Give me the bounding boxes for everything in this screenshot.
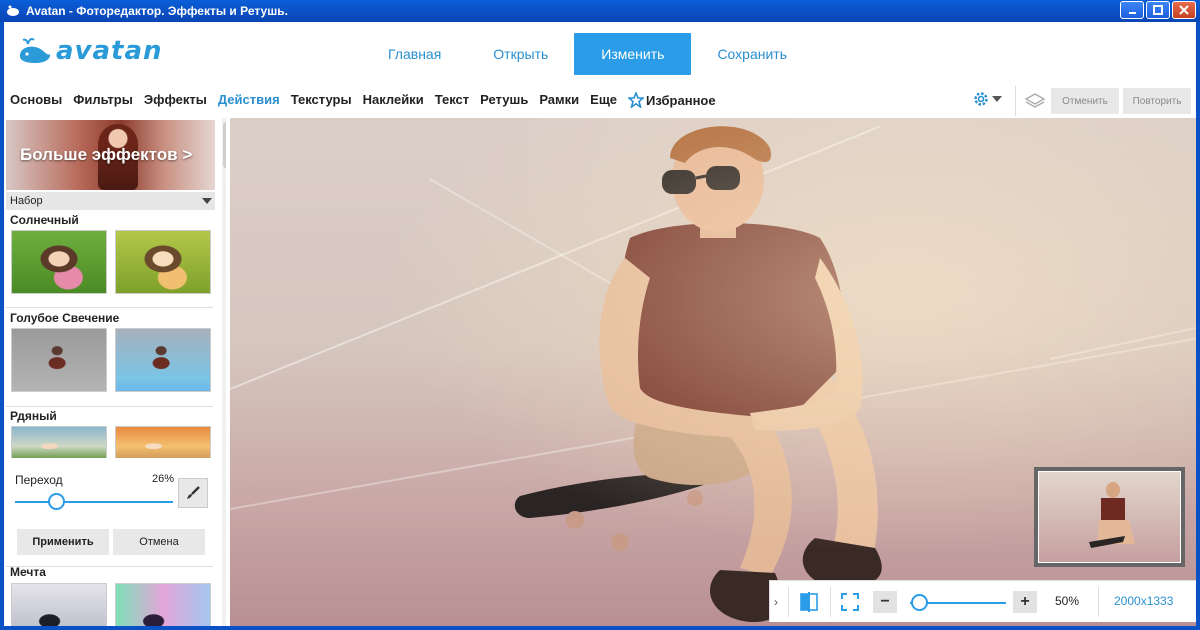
close-button[interactable]: [1172, 1, 1196, 19]
redo-button[interactable]: Повторить: [1123, 88, 1191, 114]
undo-button[interactable]: Отменить: [1051, 88, 1119, 114]
group-title-dream: Мечта: [10, 565, 46, 579]
toolbar-separator: [788, 587, 789, 617]
menu-favorites[interactable]: Избранное: [628, 92, 716, 108]
transition-slider-track[interactable]: [15, 501, 173, 503]
menu-more[interactable]: Еще: [590, 92, 617, 108]
effect-thumb-sunny-original[interactable]: [11, 230, 107, 294]
zoom-toolbar: › − + 50% 2000x1333: [769, 580, 1196, 622]
transition-slider-handle[interactable]: [48, 493, 66, 510]
menu-actions[interactable]: Действия: [218, 92, 280, 108]
effect-thumb-dream-applied[interactable]: [115, 583, 211, 626]
minimap-photo: [1089, 482, 1135, 548]
plus-icon: +: [1020, 593, 1030, 610]
effect-thumb-sunny-applied[interactable]: [115, 230, 211, 294]
zoom-slider-handle[interactable]: [911, 594, 928, 611]
menu-textures[interactable]: Текстуры: [291, 92, 352, 108]
chevron-down-icon: [992, 96, 1002, 102]
scrollbar-thumb[interactable]: [223, 122, 226, 168]
star-icon: [628, 92, 645, 108]
whale-icon: [20, 38, 51, 63]
menu-frames[interactable]: Рамки: [539, 92, 579, 108]
maximize-button[interactable]: [1146, 1, 1170, 19]
logo-text: avatan: [56, 36, 163, 66]
menu-filters[interactable]: Фильтры: [73, 92, 133, 108]
effect-thumb-rdyany-original[interactable]: [11, 426, 107, 460]
effect-thumb-blue-applied[interactable]: [115, 328, 211, 392]
menu-stickers[interactable]: Наклейки: [363, 92, 424, 108]
toolbar-separator: [830, 587, 831, 617]
window-title: Avatan - Фоторедактор. Эффекты и Ретушь.: [26, 4, 288, 18]
transition-label: Переход: [15, 473, 63, 487]
minimize-icon: [1128, 11, 1136, 14]
window-titlebar: Avatan - Фоторедактор. Эффекты и Ретушь.: [0, 0, 1200, 22]
zoom-out-button[interactable]: −: [873, 591, 897, 613]
effect-thumb-blue-original[interactable]: [11, 328, 107, 392]
group-title-rdyany: Рдяный: [10, 409, 57, 423]
zoom-level: 50%: [1055, 594, 1080, 608]
gear-icon: [974, 92, 988, 106]
nav-edit[interactable]: Изменить: [574, 33, 692, 75]
effects-panel: Больше эффектов > Набор Солнечный Голубо…: [4, 118, 226, 626]
set-label: Набор: [10, 195, 43, 207]
fit-screen-icon[interactable]: [840, 592, 860, 612]
panel-scrollbar[interactable]: [222, 118, 226, 626]
nav-save[interactable]: Сохранить: [691, 33, 813, 75]
toolbar-separator: [1015, 86, 1016, 116]
nav-home[interactable]: Главная: [362, 33, 467, 75]
transition-slider-panel: Переход 26% Применить Отмена: [6, 458, 215, 578]
top-navigation: Главная Открыть Изменить Сохранить: [362, 33, 813, 75]
menu-effects[interactable]: Эффекты: [144, 92, 207, 108]
apply-button[interactable]: Применить: [17, 529, 109, 555]
collapse-arrow-icon[interactable]: ›: [774, 595, 778, 609]
menu-retouch[interactable]: Ретушь: [480, 92, 528, 108]
close-icon: [1179, 5, 1189, 15]
group-title-sunny: Солнечный: [10, 213, 79, 227]
menu-basics[interactable]: Основы: [10, 92, 62, 108]
set-dropdown[interactable]: Набор: [6, 192, 215, 210]
cancel-button[interactable]: Отмена: [113, 529, 205, 555]
zoom-in-button[interactable]: +: [1013, 591, 1037, 613]
more-effects-banner[interactable]: Больше эффектов >: [6, 120, 215, 190]
group-divider: [6, 307, 213, 308]
banner-text: Больше эффектов >: [20, 145, 193, 164]
brush-icon: [187, 486, 200, 499]
compare-icon[interactable]: [798, 591, 820, 613]
menu-text[interactable]: Текст: [435, 92, 469, 108]
navigator-minimap[interactable]: [1034, 467, 1185, 567]
favorites-label: Избранное: [646, 92, 716, 108]
nav-open[interactable]: Открыть: [467, 33, 574, 75]
toolbar-separator: [1098, 587, 1099, 617]
layers-icon[interactable]: [1024, 92, 1046, 110]
minus-icon: −: [880, 593, 890, 610]
effect-thumb-rdyany-applied[interactable]: [115, 426, 211, 460]
chevron-down-icon: [202, 198, 212, 204]
minimize-button[interactable]: [1120, 1, 1144, 19]
brush-button[interactable]: [178, 478, 208, 508]
effect-thumb-dream-original[interactable]: [11, 583, 107, 626]
app-header: avatan Главная Открыть Изменить Сохранит…: [4, 22, 1196, 84]
maximize-icon: [1153, 5, 1163, 15]
group-title-blue-glow: Голубое Свечение: [10, 311, 120, 325]
tools-menu-row: Основы Фильтры Эффекты Действия Текстуры…: [4, 84, 1196, 118]
group-divider: [6, 406, 213, 407]
transition-value: 26%: [152, 473, 175, 485]
avatan-logo[interactable]: avatan: [16, 36, 163, 66]
image-dimensions[interactable]: 2000x1333: [1114, 594, 1173, 608]
avatan-app-icon: [7, 5, 19, 16]
settings-menu[interactable]: [972, 90, 1002, 108]
minimap-viewport[interactable]: [1038, 471, 1181, 563]
